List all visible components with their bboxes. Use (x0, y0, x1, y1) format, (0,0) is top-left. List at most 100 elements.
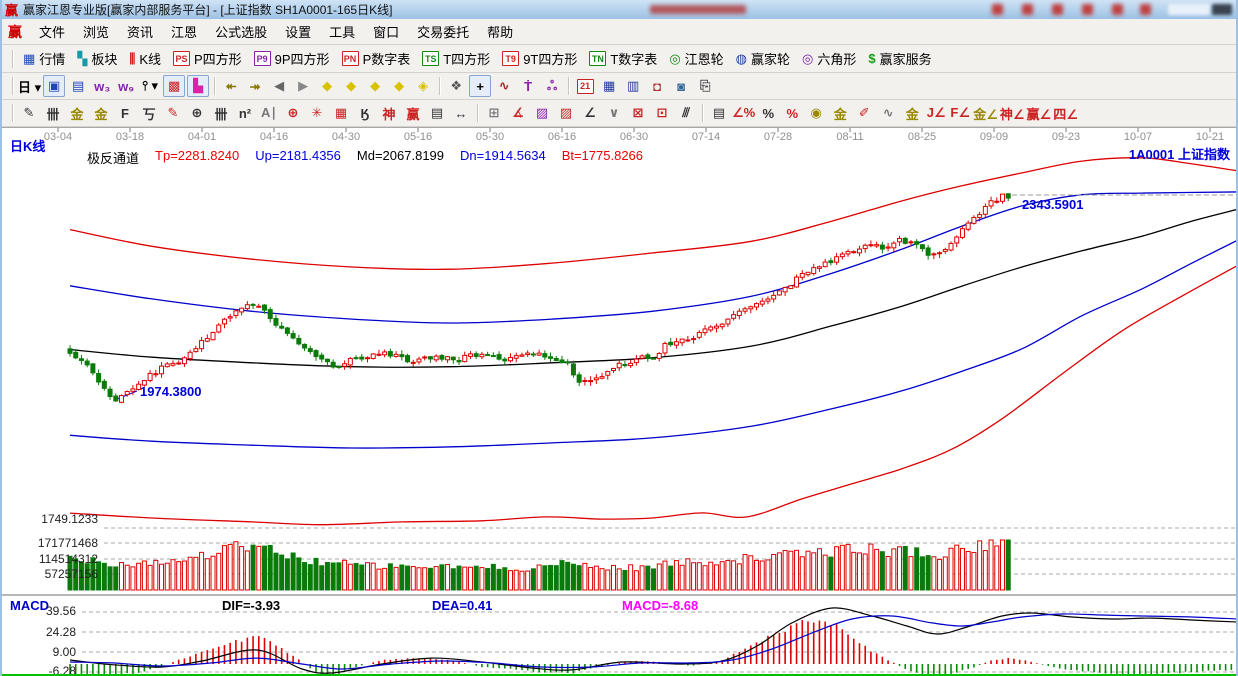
gann-tool-button[interactable]: Ṫ (517, 75, 539, 97)
t-square-button[interactable]: TST四方形 (416, 47, 496, 70)
expand-h-button[interactable]: ◆ (364, 75, 386, 97)
a-line-tool[interactable]: A∣ (258, 102, 280, 124)
shift-left-button[interactable]: ◆ (316, 75, 338, 97)
export-web-button[interactable]: ◙ (670, 75, 692, 97)
candle-style-dropdown[interactable]: ⫯ ▾ (139, 75, 161, 97)
percent-tool[interactable]: % (757, 102, 779, 124)
window-controls-blurred[interactable] (1168, 4, 1210, 15)
gann-wheel-button[interactable]: ◎江恩轮 (663, 47, 729, 70)
rays-box2-tool[interactable]: ▨ (555, 102, 577, 124)
rays-box-tool[interactable]: ▨ (531, 102, 553, 124)
time-circle-tool[interactable]: ⊕ (186, 102, 208, 124)
win-grid-tool[interactable]: 赢 (402, 102, 424, 124)
pen-tool[interactable]: ✎ (18, 102, 40, 124)
p-square-button[interactable]: PSP四方形 (167, 47, 248, 70)
win-angle-tool[interactable]: 赢∠ (1027, 102, 1052, 124)
winner-service-button[interactable]: $赢家服务 (862, 47, 937, 70)
starburst-tool[interactable]: ✳ (306, 102, 328, 124)
menu-gann[interactable]: 江恩 (162, 19, 206, 44)
hexagon-button[interactable]: ◎六角形 (796, 47, 862, 70)
calculator-button[interactable]: ▦ (598, 75, 620, 97)
grid-comb-tool[interactable]: 卌 (42, 102, 64, 124)
memo-button[interactable]: ▥ (622, 75, 644, 97)
shen-angle-tool[interactable]: 神∠ (1000, 102, 1025, 124)
compress-all-button[interactable]: ◈ (412, 75, 434, 97)
gold-line-tool[interactable]: 金 (829, 102, 851, 124)
print-button[interactable]: ⎘ (694, 75, 716, 97)
gold-angle-tool[interactable]: 金∠ (973, 102, 998, 124)
rays-box2-icon: ▨ (560, 105, 572, 121)
p-table-button[interactable]: PNP数字表 (336, 47, 417, 70)
grid-arrow-tool[interactable]: ⊡ (651, 102, 673, 124)
p-square-button-label: P四方形 (194, 49, 242, 68)
save-button[interactable]: ◘ (646, 75, 668, 97)
t-table-button[interactable]: TNT数字表 (583, 47, 663, 70)
red-rays-tool[interactable]: ∡ (507, 102, 529, 124)
wave3-button[interactable]: w₃ (91, 75, 113, 97)
9p-square-button[interactable]: P99P四方形 (248, 47, 336, 70)
shift-right-button[interactable]: ◆ (340, 75, 362, 97)
window-close-blurred[interactable] (1212, 4, 1232, 15)
ruler-tool[interactable]: ▤ (426, 102, 448, 124)
menu-browse[interactable]: 浏览 (74, 19, 118, 44)
percent-line-tool[interactable]: ∠% (732, 102, 755, 124)
menu-window[interactable]: 窗口 (364, 19, 408, 44)
s-curve-tool[interactable]: 丂 (138, 102, 160, 124)
gold-underline-tool[interactable]: 金 (901, 102, 923, 124)
menu-formula-pick[interactable]: 公式选股 (206, 19, 276, 44)
comb2-tool[interactable]: 卌 (210, 102, 232, 124)
pan-hand-button[interactable]: ❖ (445, 75, 467, 97)
n-square-tool[interactable]: n² (234, 102, 256, 124)
four-angle-tool[interactable]: 四∠ (1053, 102, 1078, 124)
percent-red-tool[interactable]: % (781, 102, 803, 124)
info-panel-button[interactable]: ▤ (67, 75, 89, 97)
pattern-tool-button[interactable]: ஃ (541, 75, 563, 97)
gold-circle-tool[interactable]: ◉ (805, 102, 827, 124)
wave-box-tool[interactable]: ∿ (877, 102, 899, 124)
menu-settings[interactable]: 设置 (276, 19, 320, 44)
quotes-button[interactable]: ▦行情 (17, 47, 71, 70)
red-pen-tool[interactable]: ✎ (162, 102, 184, 124)
three-lines-icon: ⫻ (682, 105, 690, 121)
trend-line-button[interactable]: ∿ (493, 75, 515, 97)
menu-news[interactable]: 资讯 (118, 19, 162, 44)
winner-wheel-button[interactable]: ◍赢家轮 (730, 47, 796, 70)
period-day-dropdown[interactable]: 日 ▾ (18, 75, 41, 97)
calendar-button[interactable]: 21 (574, 75, 596, 97)
menu-tools[interactable]: 工具 (320, 19, 364, 44)
gold-grid2-tool[interactable]: 金 (90, 102, 112, 124)
f-angle-tool[interactable]: F∠ (949, 102, 971, 124)
shen-grid-tool[interactable]: 神 (378, 102, 400, 124)
three-lines-tool[interactable]: ⫻ (675, 102, 697, 124)
crosshair-button[interactable]: + (469, 75, 491, 97)
brush-red-tool[interactable]: ✐ (853, 102, 875, 124)
sectors-button[interactable]: ▚板块 (71, 47, 123, 70)
wave-check-tool[interactable]: ∨ (603, 102, 625, 124)
compress-h-button[interactable]: ◆ (388, 75, 410, 97)
next-bar-button[interactable]: ▶ (292, 75, 314, 97)
macd-scale-label: 9.00 (0, 645, 76, 659)
width-arrow-tool[interactable]: ↔ (450, 102, 472, 124)
wave9-button[interactable]: w₉ (115, 75, 137, 97)
histogram-mode-button[interactable]: ▙ (187, 75, 209, 97)
9t-square-button[interactable]: T99T四方形 (496, 47, 583, 70)
menu-help[interactable]: 帮助 (478, 19, 522, 44)
f-grid-tool[interactable]: F (114, 102, 136, 124)
angle-fan-tool[interactable]: ∠ (579, 102, 601, 124)
window-layout-button[interactable]: ▣ (43, 75, 65, 97)
gold-grid-tool[interactable]: 金 (66, 102, 88, 124)
kline-button[interactable]: ⫼K线 (123, 47, 167, 70)
compass-tool[interactable]: ⊕ (282, 102, 304, 124)
grid-cross-tool[interactable]: ⊠ (627, 102, 649, 124)
menu-trade[interactable]: 交易委托 (408, 19, 478, 44)
grid-box-tool[interactable]: ▦ (330, 102, 352, 124)
k-quote-tool[interactable]: Ӄ (354, 102, 376, 124)
menu-file[interactable]: 文件 (30, 19, 74, 44)
go-last-button[interactable]: ⯮ (244, 75, 266, 97)
prev-bar-button[interactable]: ◀ (268, 75, 290, 97)
box-plus-tool[interactable]: ⊞ (483, 102, 505, 124)
go-first-button[interactable]: ⯬ (220, 75, 242, 97)
map-mode-button[interactable]: ▩ (163, 75, 185, 97)
j-angle-tool[interactable]: J∠ (925, 102, 947, 124)
stats-list-tool[interactable]: ▤ (708, 102, 730, 124)
